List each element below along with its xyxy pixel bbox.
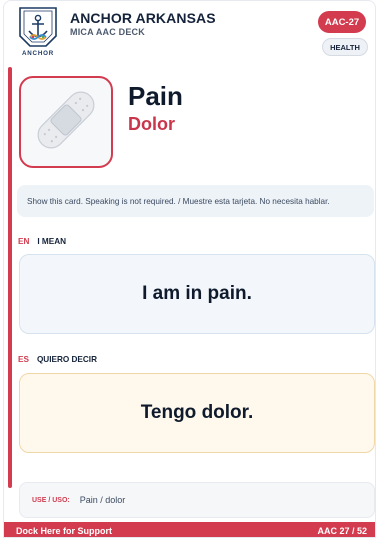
english-label: I MEAN [37, 237, 67, 246]
card-image [19, 76, 113, 168]
english-label-row: EN I MEAN [18, 237, 66, 246]
side-accent-bar [8, 67, 12, 488]
deck-name: MICA AAC DECK [70, 27, 145, 37]
bandage-icon [27, 81, 105, 164]
aac-card: ANCHOR ANCHOR ARKANSAS MICA AAC DECK AAC… [3, 0, 376, 538]
spanish-label: QUIERO DECIR [36, 355, 97, 364]
usage-text: Pain / dolor [79, 495, 126, 505]
english-lang-code: EN [18, 237, 30, 246]
usage-label: USE / USO: [32, 496, 70, 504]
english-phrase-box[interactable]: I am in pain. [19, 254, 375, 334]
card-code-badge: AAC-27 [318, 11, 366, 33]
logo-text: ANCHOR [22, 50, 54, 57]
card-header: ANCHOR ANCHOR ARKANSAS MICA AAC DECK AAC… [4, 1, 375, 63]
spanish-phrase-box[interactable]: Tengo dolor. [19, 373, 375, 453]
org-name: ANCHOR ARKANSAS [70, 10, 216, 26]
spanish-label-row: ES QUIERO DECIR [18, 355, 97, 364]
instruction-note: Show this card. Speaking is not required… [17, 185, 374, 217]
anchor-logo: ANCHOR [14, 6, 62, 58]
page-counter: AAC 27 / 52 [317, 525, 367, 536]
word-english: Pain [128, 81, 183, 111]
support-dock-link[interactable]: Dock Here for Support [16, 526, 112, 536]
footer-bar: Dock Here for Support AAC 27 / 52 [4, 522, 375, 537]
category-badge[interactable]: HEALTH [322, 38, 368, 56]
usage-box: USE / USO: Pain / dolor [19, 482, 375, 518]
spanish-lang-code: ES [18, 355, 29, 364]
word-spanish: Dolor [128, 114, 175, 134]
